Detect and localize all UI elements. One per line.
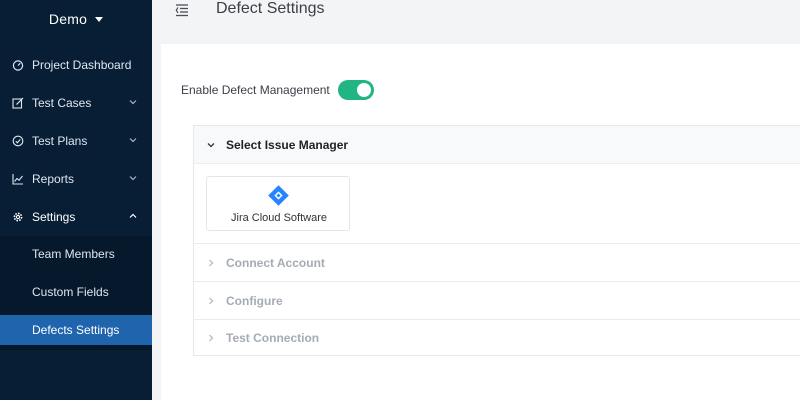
chevron-right-icon bbox=[209, 334, 214, 341]
caret-down-icon bbox=[95, 16, 104, 22]
sidebar: Demo Project Dashboard Test Cases Test P… bbox=[0, 0, 152, 400]
accordion-section-connect-account: Connect Account bbox=[194, 244, 800, 282]
sidebar-item-label: Project Dashboard bbox=[32, 58, 132, 72]
accordion-title: Configure bbox=[226, 293, 283, 308]
chevron-right-icon bbox=[209, 297, 214, 304]
setup-accordion: Select Issue Manager Jira Cloud Software bbox=[193, 125, 800, 356]
sidebar-subitem-team-members[interactable]: Team Members bbox=[0, 239, 152, 269]
sidebar-item-reports[interactable]: Reports bbox=[0, 160, 152, 198]
defect-management-toggle-row: Enable Defect Management bbox=[181, 80, 374, 100]
sidebar-subitem-label: Custom Fields bbox=[32, 285, 109, 299]
sidebar-item-settings[interactable]: Settings bbox=[0, 198, 152, 236]
accordion-section-test-connection: Test Connection bbox=[194, 319, 800, 356]
jira-icon bbox=[268, 185, 289, 206]
accordion-header-select-issue-manager[interactable]: Select Issue Manager bbox=[194, 126, 800, 163]
issue-manager-options: Jira Cloud Software bbox=[194, 163, 800, 243]
line-chart-icon bbox=[12, 174, 23, 185]
gear-icon bbox=[13, 212, 23, 222]
chevron-down-icon bbox=[129, 176, 137, 181]
jira-cloud-tile[interactable]: Jira Cloud Software bbox=[206, 176, 350, 231]
accordion-header-test-connection[interactable]: Test Connection bbox=[194, 319, 800, 356]
workspace-switcher[interactable]: Demo bbox=[0, 0, 152, 38]
accordion-header-connect-account[interactable]: Connect Account bbox=[194, 244, 800, 281]
sidebar-subitem-defects-settings[interactable]: Defects Settings bbox=[0, 315, 152, 345]
sidebar-item-label: Test Cases bbox=[32, 96, 92, 110]
edit-icon bbox=[12, 97, 24, 109]
check-circle-icon bbox=[12, 135, 24, 147]
accordion-section-configure: Configure bbox=[194, 282, 800, 320]
toggle-knob bbox=[356, 83, 371, 97]
menu-collapse-icon[interactable] bbox=[174, 2, 190, 18]
chevron-right-icon bbox=[209, 259, 214, 266]
tile-label: Jira Cloud Software bbox=[231, 212, 327, 224]
main-content: Enable Defect Management Select Issue Ma… bbox=[161, 44, 800, 400]
chevron-down-icon bbox=[207, 142, 215, 147]
chevron-down-icon bbox=[129, 100, 137, 105]
sidebar-subitem-custom-fields[interactable]: Custom Fields bbox=[0, 277, 152, 307]
enable-defect-management-toggle[interactable] bbox=[337, 80, 374, 100]
sidebar-item-test-plans[interactable]: Test Plans bbox=[0, 122, 152, 160]
sidebar-subitem-label: Team Members bbox=[32, 247, 115, 261]
page-header: Defect Settings bbox=[152, 0, 800, 26]
sidebar-item-project-dashboard[interactable]: Project Dashboard bbox=[0, 46, 152, 84]
accordion-title: Select Issue Manager bbox=[226, 137, 349, 152]
workspace-name: Demo bbox=[48, 11, 88, 27]
dashboard-icon bbox=[12, 60, 24, 71]
sidebar-subitem-label: Defects Settings bbox=[32, 323, 120, 337]
accordion-title: Connect Account bbox=[226, 255, 325, 270]
sidebar-item-label: Test Plans bbox=[32, 134, 88, 148]
page-title: Defect Settings bbox=[216, 0, 325, 17]
accordion-title: Test Connection bbox=[226, 330, 320, 345]
accordion-section-select-issue-manager: Select Issue Manager Jira Cloud Software bbox=[194, 126, 800, 244]
sidebar-item-label: Reports bbox=[32, 172, 75, 186]
chevron-up-icon bbox=[129, 213, 137, 218]
accordion-header-configure[interactable]: Configure bbox=[194, 282, 800, 319]
toggle-label: Enable Defect Management bbox=[181, 83, 330, 97]
chevron-down-icon bbox=[129, 138, 137, 143]
sidebar-item-test-cases[interactable]: Test Cases bbox=[0, 84, 152, 122]
sidebar-item-label: Settings bbox=[32, 210, 76, 224]
